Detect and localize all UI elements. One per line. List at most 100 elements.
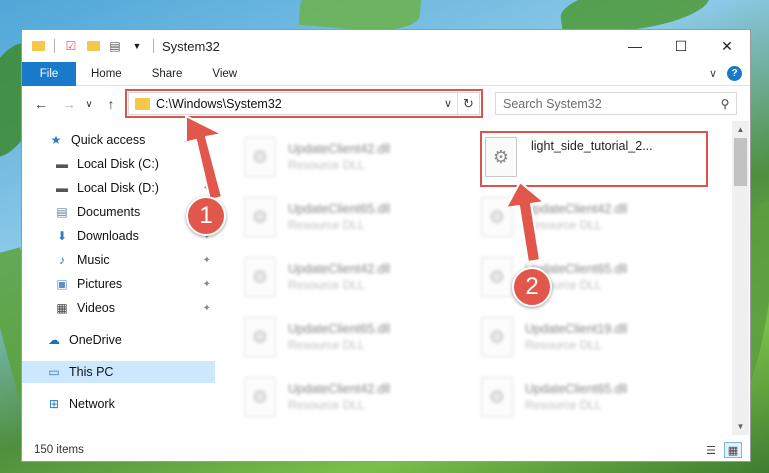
- pin-icon: ✦: [202, 254, 211, 266]
- network-icon: ⊞: [48, 397, 60, 411]
- sidebar-item-label: OneDrive: [69, 333, 122, 347]
- properties-icon[interactable]: ☑: [63, 38, 79, 54]
- chevron-down-icon[interactable]: ▼: [129, 38, 145, 54]
- recent-locations-button[interactable]: ∨: [82, 93, 96, 115]
- forward-button[interactable]: →: [58, 93, 80, 115]
- drive-icon: ▬: [56, 157, 68, 171]
- sidebar-item-onedrive[interactable]: ☁ OneDrive: [22, 329, 215, 351]
- file-item[interactable]: ⚙ UpdateClient42.dll Resource DLL: [222, 371, 452, 423]
- large-icons-view-icon[interactable]: ▦: [724, 442, 742, 458]
- dll-file-icon: ⚙: [244, 137, 276, 177]
- window-controls: — ☐ ✕: [612, 30, 750, 62]
- sidebar-item-label: Downloads: [77, 229, 139, 243]
- sidebar-item-music[interactable]: ♪ Music ✦: [22, 249, 215, 271]
- up-button[interactable]: ↑: [100, 93, 122, 115]
- file-item[interactable]: ⚙ UpdateClient42.dll Resource DLL: [459, 191, 689, 243]
- navigation-bar: ← → ∨ ↑ C:\Windows\System32 ∨ ↻ Search S…: [22, 87, 750, 121]
- search-input[interactable]: Search System32: [503, 97, 714, 111]
- pin-icon: ✦: [202, 302, 211, 314]
- dll-file-icon: ⚙: [481, 377, 513, 417]
- file-name: UpdateClient65.dll: [525, 382, 628, 396]
- tab-view[interactable]: View: [197, 62, 252, 86]
- help-button[interactable]: ?: [727, 66, 742, 81]
- view-switcher: ☰ ▦: [698, 442, 742, 458]
- file-item[interactable]: ⚙ UpdateClient42.dll Resource DLL: [222, 131, 452, 183]
- file-type: Resource DLL: [525, 338, 602, 352]
- file-item[interactable]: ⚙ UpdateClient19.dll Resource DLL: [459, 311, 689, 363]
- file-item[interactable]: ⚙ UpdateClient65.dll Resource DLL: [459, 371, 689, 423]
- window-title: System32: [162, 38, 220, 54]
- status-bar: 150 items ☰ ▦: [22, 438, 750, 462]
- drive-icon: ▬: [56, 181, 68, 195]
- dll-file-icon: ⚙: [244, 377, 276, 417]
- details-view-icon[interactable]: ☰: [702, 442, 720, 458]
- sidebar-item-local-disk-c[interactable]: ▬ Local Disk (C:) ✦: [22, 153, 215, 175]
- sidebar-item-pictures[interactable]: ▣ Pictures ✦: [22, 273, 215, 295]
- sidebar-item-label: Music: [77, 253, 110, 267]
- back-button[interactable]: ←: [30, 93, 52, 115]
- pin-icon: ✦: [202, 158, 211, 170]
- sidebar-item-network[interactable]: ⊞ Network: [22, 393, 215, 415]
- file-name: UpdateClient42.dll: [288, 142, 391, 156]
- address-highlight-box: [125, 89, 483, 118]
- minimize-button[interactable]: —: [612, 30, 658, 62]
- pin-icon: ✦: [202, 278, 211, 290]
- dll-file-icon: ⚙: [481, 197, 513, 237]
- tab-file[interactable]: File: [22, 61, 76, 86]
- dll-file-icon: ⚙: [481, 317, 513, 357]
- folder-icon[interactable]: [30, 38, 46, 54]
- star-icon: ★: [50, 133, 62, 147]
- tab-share[interactable]: Share: [137, 62, 198, 86]
- scroll-up-arrow-icon[interactable]: ▲: [732, 121, 749, 138]
- title-bar: ☑ ▤ ▼ System32 — ☐ ✕: [22, 30, 750, 62]
- toolbar-divider: [54, 39, 55, 53]
- dll-file-icon: ⚙: [481, 257, 513, 297]
- sidebar-item-label: Local Disk (C:): [77, 157, 159, 171]
- customize-toolbar-icon[interactable]: ▤: [107, 38, 123, 54]
- onedrive-icon: ☁: [48, 333, 60, 347]
- downloads-icon: ⬇: [56, 229, 68, 243]
- scrollbar-thumb[interactable]: [734, 138, 747, 186]
- sidebar-item-label: This PC: [69, 365, 114, 379]
- new-folder-icon[interactable]: [85, 38, 101, 54]
- file-type: Resource DLL: [288, 218, 365, 232]
- file-name: UpdateClient42.dll: [288, 262, 391, 276]
- dll-file-icon: ⚙: [244, 317, 276, 357]
- sidebar-item-videos[interactable]: ▦ Videos ✦: [22, 297, 215, 319]
- file-item[interactable]: ⚙ UpdateClient42.dll Resource DLL: [222, 251, 452, 303]
- tab-home[interactable]: Home: [76, 62, 137, 86]
- videos-icon: ▦: [56, 301, 68, 315]
- documents-icon: ▤: [56, 205, 68, 219]
- music-icon: ♪: [59, 253, 65, 267]
- computer-icon: ▭: [48, 365, 60, 379]
- sidebar-item-local-disk-d[interactable]: ▬ Local Disk (D:) ✦: [22, 177, 215, 199]
- search-box[interactable]: Search System32 ⚲: [495, 92, 737, 115]
- quick-access-toolbar: ☑ ▤ ▼: [30, 38, 151, 54]
- sidebar-item-label: Local Disk (D:): [77, 181, 159, 195]
- file-item[interactable]: ⚙ UpdateClient65.dll Resource DLL: [222, 311, 452, 363]
- file-name: UpdateClient19.dll: [525, 322, 628, 336]
- sidebar-item-label: Videos: [77, 301, 115, 315]
- sidebar-item-this-pc[interactable]: ▭ This PC: [22, 361, 215, 383]
- sidebar-item-label: Documents: [77, 205, 141, 219]
- expand-ribbon-button[interactable]: ∨: [709, 67, 717, 80]
- file-name: UpdateClient42.dll: [288, 382, 391, 396]
- ribbon-right-controls: ∨ ?: [709, 66, 742, 81]
- file-name: UpdateClient65.dll: [288, 322, 391, 336]
- sidebar-item-quick-access[interactable]: ★ Quick access: [22, 129, 215, 151]
- maximize-button[interactable]: ☐: [658, 30, 704, 62]
- item-count: 150 items: [34, 444, 84, 456]
- file-type: Resource DLL: [288, 398, 365, 412]
- sidebar-item-downloads[interactable]: ⬇ Downloads ✦: [22, 225, 215, 247]
- navigation-pane: ★ Quick access ▬ Local Disk (C:) ✦ ▬ Loc…: [22, 125, 215, 435]
- pictures-icon: ▣: [56, 277, 68, 291]
- file-item[interactable]: ⚙ UpdateClient65.dll Resource DLL: [459, 251, 689, 303]
- vertical-scrollbar[interactable]: ▲ ▼: [732, 121, 749, 435]
- search-icon[interactable]: ⚲: [714, 97, 736, 111]
- callout-number-1: 1: [186, 196, 226, 236]
- file-item[interactable]: ⚙ UpdateClient65.dll Resource DLL: [222, 191, 452, 243]
- scroll-down-arrow-icon[interactable]: ▼: [732, 418, 749, 435]
- close-button[interactable]: ✕: [704, 30, 750, 62]
- file-explorer-window: ☑ ▤ ▼ System32 — ☐ ✕ File Home Share Vie…: [21, 29, 751, 462]
- file-name: UpdateClient65.dll: [288, 202, 391, 216]
